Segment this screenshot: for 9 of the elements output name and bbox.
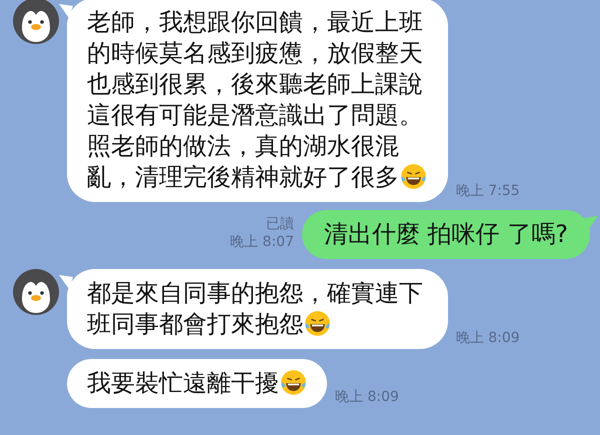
message-time: 晚上 7:55 [456,182,520,200]
bubble-tail [59,4,73,18]
message-time: 晚上 8:07 [230,233,294,251]
message-time: 晚上 8:09 [335,388,399,406]
message-time: 晚上 8:09 [456,329,520,347]
read-receipt: 已讀 [266,215,294,233]
bubble-tail [59,275,73,289]
message-bubble: 我要裝忙遠離干擾 [67,359,327,408]
bubble-tail [584,216,598,230]
